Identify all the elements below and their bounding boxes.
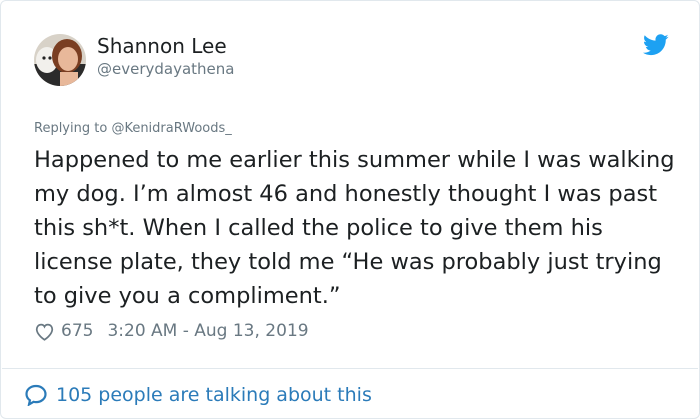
tweet-meta: 675 3:20 AM - Aug 13, 2019 xyxy=(34,319,309,343)
conversation-text[interactable]: 105 people are talking about this xyxy=(56,384,372,406)
timestamp[interactable]: 3:20 AM - Aug 13, 2019 xyxy=(107,321,308,341)
replying-to: Replying to @KenidraRWoods_ xyxy=(34,121,232,136)
author-name[interactable]: Shannon Lee xyxy=(97,34,227,58)
like-count[interactable]: 675 xyxy=(61,321,93,341)
author-handle[interactable]: @everydayathena xyxy=(97,60,234,78)
avatar-image xyxy=(34,34,86,86)
avatar[interactable] xyxy=(34,34,86,86)
divider xyxy=(2,368,698,369)
speech-bubble-icon xyxy=(25,384,47,406)
tweet-card: Shannon Lee @everydayathena Replying to … xyxy=(0,0,700,419)
conversation-link[interactable]: 105 people are talking about this xyxy=(24,383,372,407)
heart-icon[interactable] xyxy=(34,322,55,341)
twitter-bird-icon[interactable] xyxy=(643,34,669,56)
tweet-text: Happened to me earlier this summer while… xyxy=(34,147,675,309)
replying-prefix: Replying to xyxy=(34,121,112,136)
replying-to-handle[interactable]: @KenidraRWoods_ xyxy=(111,121,231,136)
